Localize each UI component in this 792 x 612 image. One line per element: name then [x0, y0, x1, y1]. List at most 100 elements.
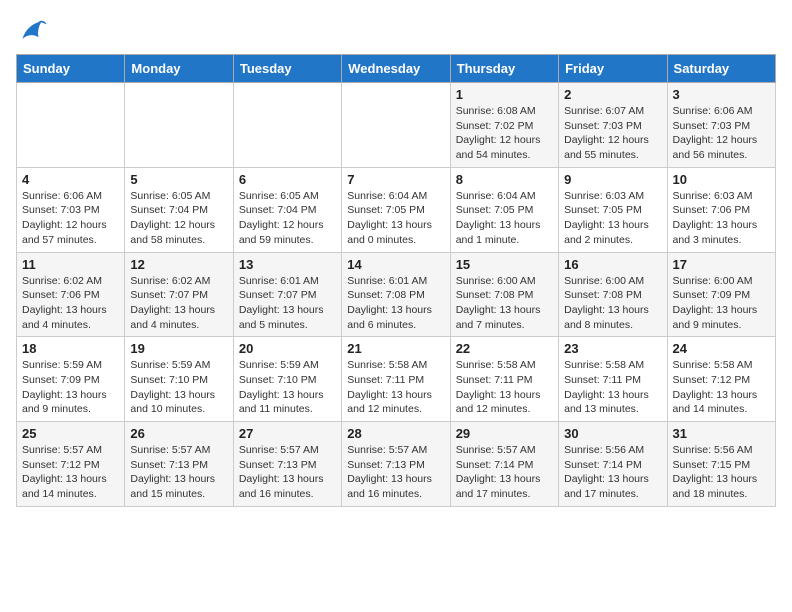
day-info: Sunrise: 6:04 AM Sunset: 7:05 PM Dayligh… — [347, 189, 444, 248]
page-header — [16, 16, 776, 44]
day-number: 25 — [22, 426, 119, 441]
day-info: Sunrise: 5:59 AM Sunset: 7:10 PM Dayligh… — [130, 358, 227, 417]
day-info: Sunrise: 5:59 AM Sunset: 7:10 PM Dayligh… — [239, 358, 336, 417]
calendar-cell: 15Sunrise: 6:00 AM Sunset: 7:08 PM Dayli… — [450, 252, 558, 337]
day-info: Sunrise: 6:06 AM Sunset: 7:03 PM Dayligh… — [22, 189, 119, 248]
day-info: Sunrise: 5:59 AM Sunset: 7:09 PM Dayligh… — [22, 358, 119, 417]
day-info: Sunrise: 6:00 AM Sunset: 7:09 PM Dayligh… — [673, 274, 770, 333]
calendar-cell: 10Sunrise: 6:03 AM Sunset: 7:06 PM Dayli… — [667, 167, 775, 252]
calendar-week-row: 18 Sunrise: 5:59 AM Sunset: 7:09 PM Dayli… — [17, 337, 776, 422]
day-info: Sunrise: 6:05 AM Sunset: 7:04 PM Dayligh… — [239, 189, 336, 248]
day-number: 7 — [347, 172, 444, 187]
calendar-cell: 12 Sunrise: 6:02 AM Sunset: 7:07 PM Dayli… — [125, 252, 233, 337]
calendar-cell — [125, 83, 233, 168]
day-number: 26 — [130, 426, 227, 441]
day-info: Sunrise: 6:01 AM Sunset: 7:08 PM Dayligh… — [347, 274, 444, 333]
day-info: Sunrise: 5:58 AM Sunset: 7:11 PM Dayligh… — [347, 358, 444, 417]
logo — [16, 16, 52, 44]
day-info: Sunrise: 6:01 AM Sunset: 7:07 PM Dayligh… — [239, 274, 336, 333]
day-info: Sunrise: 6:02 AM Sunset: 7:06 PM Dayligh… — [22, 274, 119, 333]
calendar-cell: 1 Sunrise: 6:08 AM Sunset: 7:02 PM Daylig… — [450, 83, 558, 168]
calendar-cell: 14Sunrise: 6:01 AM Sunset: 7:08 PM Dayli… — [342, 252, 450, 337]
day-number: 29 — [456, 426, 553, 441]
calendar-cell: 6 Sunrise: 6:05 AM Sunset: 7:04 PM Daylig… — [233, 167, 341, 252]
day-number: 31 — [673, 426, 770, 441]
day-number: 22 — [456, 341, 553, 356]
logo-icon — [16, 16, 48, 44]
calendar-cell: 23 Sunrise: 5:58 AM Sunset: 7:11 PM Dayli… — [559, 337, 667, 422]
day-number: 2 — [564, 87, 661, 102]
day-number: 23 — [564, 341, 661, 356]
weekday-header-wednesday: Wednesday — [342, 55, 450, 83]
calendar-cell: 2Sunrise: 6:07 AM Sunset: 7:03 PM Daylig… — [559, 83, 667, 168]
day-info: Sunrise: 5:58 AM Sunset: 7:11 PM Dayligh… — [564, 358, 661, 417]
day-number: 20 — [239, 341, 336, 356]
calendar-cell: 30 Sunrise: 5:56 AM Sunset: 7:14 PM Dayli… — [559, 422, 667, 507]
weekday-header-friday: Friday — [559, 55, 667, 83]
day-info: Sunrise: 5:57 AM Sunset: 7:13 PM Dayligh… — [347, 443, 444, 502]
day-number: 1 — [456, 87, 553, 102]
day-info: Sunrise: 6:05 AM Sunset: 7:04 PM Dayligh… — [130, 189, 227, 248]
calendar-cell: 24 Sunrise: 5:58 AM Sunset: 7:12 PM Dayli… — [667, 337, 775, 422]
day-number: 5 — [130, 172, 227, 187]
day-number: 16 — [564, 257, 661, 272]
calendar-header-row: SundayMondayTuesdayWednesdayThursdayFrid… — [17, 55, 776, 83]
calendar-week-row: 1 Sunrise: 6:08 AM Sunset: 7:02 PM Daylig… — [17, 83, 776, 168]
calendar-cell — [233, 83, 341, 168]
day-number: 12 — [130, 257, 227, 272]
calendar-cell: 20 Sunrise: 5:59 AM Sunset: 7:10 PM Dayli… — [233, 337, 341, 422]
day-number: 18 — [22, 341, 119, 356]
calendar-week-row: 4 Sunrise: 6:06 AM Sunset: 7:03 PM Daylig… — [17, 167, 776, 252]
day-info: Sunrise: 5:56 AM Sunset: 7:15 PM Dayligh… — [673, 443, 770, 502]
day-number: 13 — [239, 257, 336, 272]
calendar-cell: 18 Sunrise: 5:59 AM Sunset: 7:09 PM Dayli… — [17, 337, 125, 422]
weekday-header-thursday: Thursday — [450, 55, 558, 83]
calendar-cell: 22 Sunrise: 5:58 AM Sunset: 7:11 PM Dayli… — [450, 337, 558, 422]
weekday-header-sunday: Sunday — [17, 55, 125, 83]
day-number: 24 — [673, 341, 770, 356]
day-info: Sunrise: 6:06 AM Sunset: 7:03 PM Dayligh… — [673, 104, 770, 163]
weekday-header-tuesday: Tuesday — [233, 55, 341, 83]
day-info: Sunrise: 5:57 AM Sunset: 7:14 PM Dayligh… — [456, 443, 553, 502]
day-number: 30 — [564, 426, 661, 441]
calendar-cell: 25Sunrise: 5:57 AM Sunset: 7:12 PM Dayli… — [17, 422, 125, 507]
day-info: Sunrise: 6:03 AM Sunset: 7:05 PM Dayligh… — [564, 189, 661, 248]
calendar-cell: 3 Sunrise: 6:06 AM Sunset: 7:03 PM Daylig… — [667, 83, 775, 168]
calendar-cell: 21 Sunrise: 5:58 AM Sunset: 7:11 PM Dayli… — [342, 337, 450, 422]
calendar-cell: 19 Sunrise: 5:59 AM Sunset: 7:10 PM Dayli… — [125, 337, 233, 422]
day-info: Sunrise: 5:57 AM Sunset: 7:13 PM Dayligh… — [130, 443, 227, 502]
calendar-cell: 27 Sunrise: 5:57 AM Sunset: 7:13 PM Dayli… — [233, 422, 341, 507]
calendar-cell: 28Sunrise: 5:57 AM Sunset: 7:13 PM Dayli… — [342, 422, 450, 507]
calendar-week-row: 11 Sunrise: 6:02 AM Sunset: 7:06 PM Dayli… — [17, 252, 776, 337]
calendar-cell: 16 Sunrise: 6:00 AM Sunset: 7:08 PM Dayli… — [559, 252, 667, 337]
calendar-cell: 9Sunrise: 6:03 AM Sunset: 7:05 PM Daylig… — [559, 167, 667, 252]
day-info: Sunrise: 6:00 AM Sunset: 7:08 PM Dayligh… — [564, 274, 661, 333]
calendar-cell: 29 Sunrise: 5:57 AM Sunset: 7:14 PM Dayli… — [450, 422, 558, 507]
calendar-cell: 5 Sunrise: 6:05 AM Sunset: 7:04 PM Daylig… — [125, 167, 233, 252]
day-number: 19 — [130, 341, 227, 356]
day-info: Sunrise: 5:57 AM Sunset: 7:13 PM Dayligh… — [239, 443, 336, 502]
day-info: Sunrise: 5:58 AM Sunset: 7:11 PM Dayligh… — [456, 358, 553, 417]
weekday-header-saturday: Saturday — [667, 55, 775, 83]
day-number: 27 — [239, 426, 336, 441]
day-info: Sunrise: 6:02 AM Sunset: 7:07 PM Dayligh… — [130, 274, 227, 333]
calendar-week-row: 25Sunrise: 5:57 AM Sunset: 7:12 PM Dayli… — [17, 422, 776, 507]
day-number: 3 — [673, 87, 770, 102]
day-number: 15 — [456, 257, 553, 272]
calendar-cell — [342, 83, 450, 168]
calendar-cell: 11 Sunrise: 6:02 AM Sunset: 7:06 PM Dayli… — [17, 252, 125, 337]
calendar-cell: 4 Sunrise: 6:06 AM Sunset: 7:03 PM Daylig… — [17, 167, 125, 252]
calendar-cell: 17 Sunrise: 6:00 AM Sunset: 7:09 PM Dayli… — [667, 252, 775, 337]
calendar-cell — [17, 83, 125, 168]
day-info: Sunrise: 5:58 AM Sunset: 7:12 PM Dayligh… — [673, 358, 770, 417]
day-info: Sunrise: 6:03 AM Sunset: 7:06 PM Dayligh… — [673, 189, 770, 248]
day-number: 17 — [673, 257, 770, 272]
day-number: 4 — [22, 172, 119, 187]
day-number: 6 — [239, 172, 336, 187]
day-number: 11 — [22, 257, 119, 272]
day-number: 21 — [347, 341, 444, 356]
day-info: Sunrise: 5:56 AM Sunset: 7:14 PM Dayligh… — [564, 443, 661, 502]
weekday-header-monday: Monday — [125, 55, 233, 83]
day-info: Sunrise: 6:08 AM Sunset: 7:02 PM Dayligh… — [456, 104, 553, 163]
calendar-table: SundayMondayTuesdayWednesdayThursdayFrid… — [16, 54, 776, 507]
